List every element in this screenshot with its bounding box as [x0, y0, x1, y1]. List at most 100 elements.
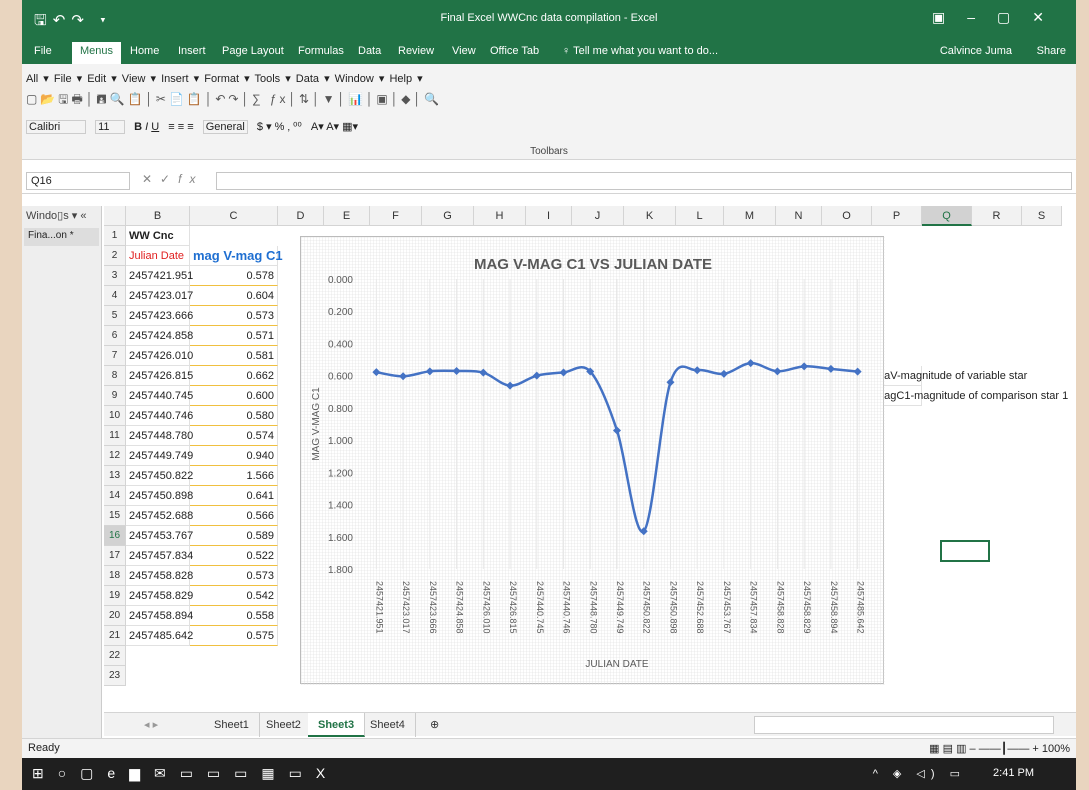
- standard-toolbar[interactable]: ▢📂🖫🖶│🖪🔍📋│✂📄📋│↶↷│∑ ƒx│⇅│▼│📊│▣│◆│🔍: [26, 90, 442, 111]
- sheet-nav-arrows[interactable]: ◂ ▸: [134, 713, 168, 737]
- row-header-1[interactable]: 1: [104, 226, 126, 246]
- windows-pane-header[interactable]: Windo▯s ▾ «: [22, 206, 101, 226]
- classic-menu-row[interactable]: All ▾ File ▾ Edit ▾ View ▾ Insert ▾ Form…: [26, 72, 423, 85]
- cell-b1[interactable]: WW Cnc: [126, 226, 190, 246]
- taskbar-app-icons[interactable]: ⊞○▢e▆✉▭▭▭▦▭X: [32, 765, 339, 782]
- cell-c15[interactable]: 0.566: [190, 506, 278, 526]
- cell-b8[interactable]: 2457426.815: [126, 366, 193, 386]
- select-all-corner[interactable]: [104, 206, 126, 226]
- column-header-g[interactable]: G: [422, 206, 474, 226]
- row-header-8[interactable]: 8: [104, 366, 126, 386]
- cell-b21[interactable]: 2457485.642: [126, 626, 193, 646]
- sheet-tab-3[interactable]: Sheet3: [308, 713, 366, 737]
- cell-c17[interactable]: 0.522: [190, 546, 278, 566]
- row-header-13[interactable]: 13: [104, 466, 126, 486]
- number-format-select[interactable]: General: [202, 120, 248, 134]
- cell-c10[interactable]: 0.580: [190, 406, 278, 426]
- row-header-12[interactable]: 12: [104, 446, 126, 466]
- fx-icon[interactable]: ✕✓fx: [142, 172, 203, 186]
- tab-insert[interactable]: Insert: [178, 45, 206, 57]
- add-sheet-icon[interactable]: ⊕: [420, 713, 449, 737]
- cell-b11[interactable]: 2457448.780: [126, 426, 193, 446]
- cell-c21[interactable]: 0.575: [190, 626, 278, 646]
- column-header-c[interactable]: C: [190, 206, 278, 226]
- column-header-j[interactable]: J: [572, 206, 624, 226]
- zoom-level[interactable]: ▦ ▤ ▥ – ——┃—— + 100%: [929, 742, 1070, 755]
- column-header-m[interactable]: M: [724, 206, 776, 226]
- row-header-2[interactable]: 2: [104, 246, 126, 266]
- cell-c14[interactable]: 0.641: [190, 486, 278, 506]
- row-header-7[interactable]: 7: [104, 346, 126, 366]
- row-header-20[interactable]: 20: [104, 606, 126, 626]
- sheet-tab-1[interactable]: Sheet1: [204, 713, 260, 737]
- cell-b16[interactable]: 2457453.767: [126, 526, 193, 546]
- column-header-s[interactable]: S: [1022, 206, 1062, 226]
- row-header-11[interactable]: 11: [104, 426, 126, 446]
- cell-c2[interactable]: mag V-mag C1: [190, 246, 283, 266]
- cell-b6[interactable]: 2457424.858: [126, 326, 193, 346]
- cell-c11[interactable]: 0.574: [190, 426, 278, 446]
- cell-c19[interactable]: 0.542: [190, 586, 278, 606]
- cell-c18[interactable]: 0.573: [190, 566, 278, 586]
- column-header-n[interactable]: N: [776, 206, 822, 226]
- cell-c5[interactable]: 0.573: [190, 306, 278, 326]
- cell-b14[interactable]: 2457450.898: [126, 486, 193, 506]
- row-header-10[interactable]: 10: [104, 406, 126, 426]
- open-file-item[interactable]: Fina...on *: [24, 228, 99, 246]
- cell-b4[interactable]: 2457423.017: [126, 286, 193, 306]
- row-header-17[interactable]: 17: [104, 546, 126, 566]
- column-header-e[interactable]: E: [324, 206, 370, 226]
- font-size-select[interactable]: 11: [95, 120, 126, 134]
- font-name-select[interactable]: Calibri: [26, 120, 86, 134]
- sheet-tab-2[interactable]: Sheet2: [256, 713, 312, 737]
- row-header-6[interactable]: 6: [104, 326, 126, 346]
- worksheet-grid[interactable]: BCDEFGHIJKLMNOPQRS 1 2 3 4 5 6 7 8 9 10 11 12 13 14 15…: [104, 206, 1076, 706]
- cell-b5[interactable]: 2457423.666: [126, 306, 193, 326]
- tell-me-search[interactable]: ♀ Tell me what you want to do...: [562, 45, 718, 57]
- tab-office-tab[interactable]: Office Tab: [490, 45, 539, 57]
- chart[interactable]: MAG V-MAG C1 VS JULIAN DATE 0.000 0.200 0.4…: [300, 236, 885, 685]
- cell-c6[interactable]: 0.571: [190, 326, 278, 346]
- column-header-q[interactable]: Q: [922, 206, 972, 226]
- column-header-h[interactable]: H: [474, 206, 526, 226]
- cell-b15[interactable]: 2457452.688: [126, 506, 193, 526]
- row-header-14[interactable]: 14: [104, 486, 126, 506]
- tab-home[interactable]: Home: [130, 45, 159, 57]
- tab-review[interactable]: Review: [398, 45, 434, 57]
- cell-b20[interactable]: 2457458.894: [126, 606, 193, 626]
- active-cell-q16[interactable]: [940, 540, 990, 562]
- column-header-d[interactable]: D: [278, 206, 324, 226]
- user-name[interactable]: Calvince Juma: [940, 45, 1012, 57]
- row-header-23[interactable]: 23: [104, 666, 126, 686]
- cell-c8[interactable]: 0.662: [190, 366, 278, 386]
- row-header-16[interactable]: 16: [104, 526, 126, 546]
- row-header-5[interactable]: 5: [104, 306, 126, 326]
- bold-italic-underline-buttons[interactable]: B I U: [134, 121, 159, 133]
- column-header-o[interactable]: O: [822, 206, 872, 226]
- cell-c20[interactable]: 0.558: [190, 606, 278, 626]
- column-header-i[interactable]: I: [526, 206, 572, 226]
- name-box[interactable]: Q16: [26, 172, 130, 190]
- row-header-22[interactable]: 22: [104, 646, 126, 666]
- cell-b17[interactable]: 2457457.834: [126, 546, 193, 566]
- row-header-4[interactable]: 4: [104, 286, 126, 306]
- cell-c7[interactable]: 0.581: [190, 346, 278, 366]
- tab-view[interactable]: View: [452, 45, 476, 57]
- cell-b3[interactable]: 2457421.951: [126, 266, 193, 286]
- tab-data[interactable]: Data: [358, 45, 381, 57]
- formula-input[interactable]: [216, 172, 1072, 190]
- column-header-k[interactable]: K: [624, 206, 676, 226]
- cell-c13[interactable]: 1.566: [190, 466, 278, 486]
- row-header-18[interactable]: 18: [104, 566, 126, 586]
- column-header-b[interactable]: B: [126, 206, 190, 226]
- cell-b13[interactable]: 2457450.822: [126, 466, 193, 486]
- cell-c12[interactable]: 0.940: [190, 446, 278, 466]
- horizontal-scrollbar[interactable]: [754, 716, 1054, 734]
- cell-b2[interactable]: Julian Date: [126, 246, 190, 266]
- tab-formulas[interactable]: Formulas: [298, 45, 344, 57]
- row-header-9[interactable]: 9: [104, 386, 126, 406]
- tab-menus[interactable]: Menus: [72, 42, 122, 64]
- cell-b9[interactable]: 2457440.745: [126, 386, 193, 406]
- system-tray-icons[interactable]: ^ ◈ ◁) ▭: [873, 767, 966, 780]
- column-header-p[interactable]: P: [872, 206, 922, 226]
